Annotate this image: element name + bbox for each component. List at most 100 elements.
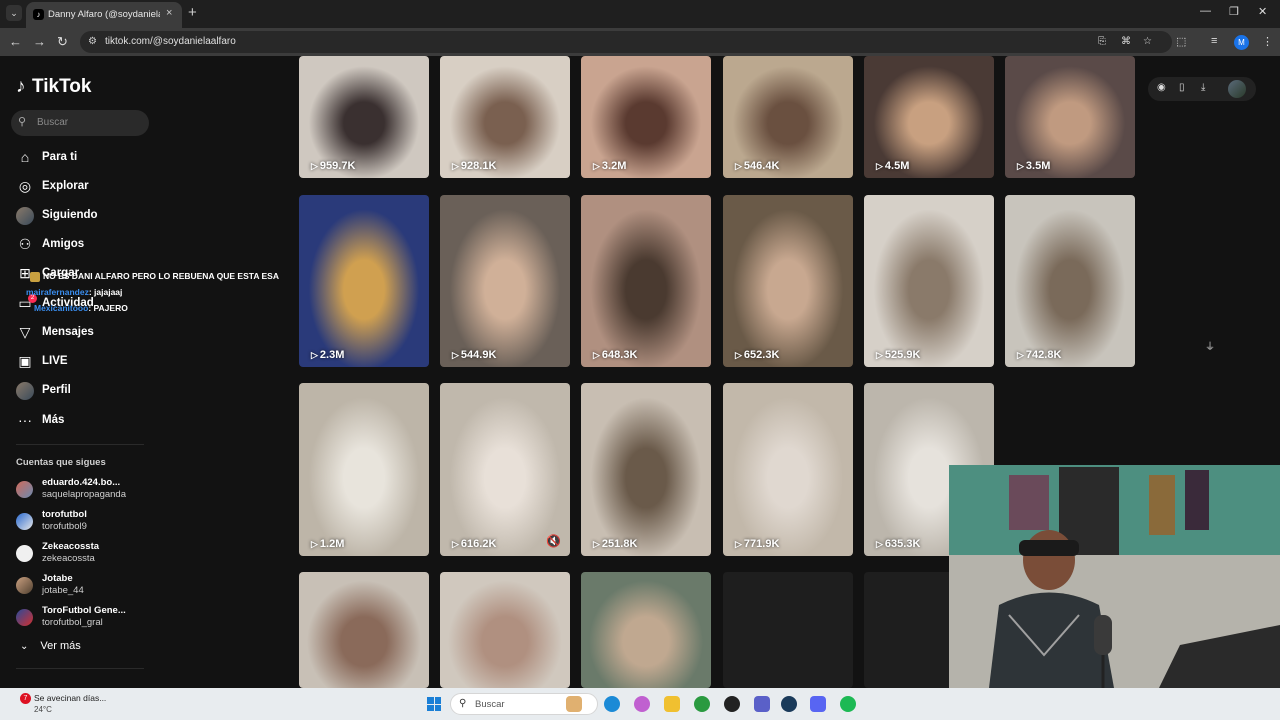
forward-arrow-icon[interactable]: → <box>33 34 46 49</box>
tiktok-favicon-icon: ♪ <box>33 9 44 20</box>
nav-item-explorar[interactable]: ◎ Explorar <box>16 177 186 199</box>
scroll-tool-icon[interactable]: ⏚ <box>1205 338 1215 353</box>
nav-item-perfil[interactable]: Perfil <box>16 381 186 403</box>
reading-list-icon[interactable]: ≡ <box>1211 35 1217 47</box>
search-placeholder: Buscar <box>37 117 69 128</box>
view-count: ▷ 652.3K <box>735 349 779 361</box>
video-tile[interactable]: ▷ 3.5M <box>1005 56 1135 178</box>
nav-item-mensajes[interactable]: ▽ Mensajes <box>16 323 186 345</box>
compass-icon[interactable]: ◉ <box>1157 82 1166 93</box>
live-icon: ▣ <box>18 353 32 369</box>
address-bar[interactable]: ⚙ tiktok.com/@soydanielaalfaro ⎘ ⌘ ☆ <box>80 31 1172 53</box>
following-account[interactable]: Jotabe jotabe_44 <box>16 573 166 601</box>
back-arrow-icon[interactable]: ← <box>9 34 22 49</box>
view-count-value: 742.8K <box>1025 349 1062 361</box>
account-name: Jotabe <box>42 573 73 584</box>
avatar <box>16 545 33 562</box>
video-tile[interactable] <box>299 572 429 688</box>
nav-item-live[interactable]: ▣ LIVE <box>16 352 186 374</box>
following-account[interactable]: torofutbol torofutbol9 <box>16 509 166 537</box>
video-tile[interactable] <box>581 572 711 688</box>
restore-icon[interactable]: ❐ <box>1229 5 1239 18</box>
video-tile[interactable]: ▷ 2.3M <box>299 195 429 367</box>
play-icon: ▷ <box>735 539 742 549</box>
video-tile[interactable]: ▷ 3.2M <box>581 56 711 178</box>
file-explorer-icon[interactable] <box>664 696 680 712</box>
search-highlight-icon[interactable] <box>566 696 582 712</box>
browser-profile-avatar[interactable]: M <box>1234 35 1249 50</box>
nav-item-mas[interactable]: ··· Más <box>16 411 186 433</box>
weather-widget-text[interactable]: Se avecinan días... <box>34 693 106 703</box>
tiktok-logo[interactable]: ♪ TikTok <box>16 76 91 98</box>
see-more-button[interactable]: ⌄ Ver más <box>20 640 81 652</box>
new-tab-button[interactable]: + <box>188 4 197 21</box>
discord-icon[interactable] <box>810 696 826 712</box>
account-username: saquelapropaganda <box>42 489 126 500</box>
logo-text: TikTok <box>32 76 92 97</box>
weather-temp: 24°C <box>34 705 52 714</box>
download-icon[interactable]: ⤓ <box>1201 82 1205 93</box>
chrome-icon[interactable] <box>694 696 710 712</box>
video-tile[interactable]: ▷ 1.2M <box>299 383 429 556</box>
extensions-icon[interactable]: ⬚ <box>1176 35 1186 48</box>
phone-icon[interactable]: ▯ <box>1179 82 1185 93</box>
reload-icon[interactable]: ↻ <box>57 34 68 50</box>
minimize-icon[interactable]: — <box>1200 5 1211 17</box>
nav-item-amigos[interactable]: ⚇ Amigos <box>16 235 186 257</box>
account-username: zekeacossta <box>42 553 95 564</box>
video-tile[interactable]: ▷ 616.2K <box>440 383 570 556</box>
user-avatar[interactable] <box>1228 80 1246 98</box>
video-tile[interactable]: ▷ 546.4K <box>723 56 853 178</box>
obs-icon[interactable] <box>724 696 740 712</box>
view-count: ▷ 959.7K <box>311 160 355 172</box>
nav-label: Para ti <box>42 151 78 163</box>
nav-item-para-ti[interactable]: ⌂ Para ti <box>16 148 186 170</box>
video-tile[interactable]: ▷ 4.5M <box>864 56 994 178</box>
nav-label: Perfil <box>42 384 71 396</box>
copilot-icon[interactable] <box>634 696 650 712</box>
account-name: Zekeacossta <box>42 541 100 552</box>
nav-item-siguiendo[interactable]: Siguiendo <box>16 206 186 228</box>
stream-chat-line: mairafernandez: jajajaaj <box>26 287 122 297</box>
video-tile[interactable]: ▷ 928.1K <box>440 56 570 178</box>
site-info-icon[interactable]: ⚙ <box>88 36 97 47</box>
browser-tab-active[interactable]: ♪ Danny Alfaro (@soydanielaalfar × <box>26 2 182 28</box>
teams-icon[interactable] <box>754 696 770 712</box>
steam-icon[interactable] <box>781 696 797 712</box>
weather-alert-icon[interactable]: 7 <box>20 693 31 704</box>
video-tile[interactable]: ▷ 648.3K <box>581 195 711 367</box>
video-tile[interactable]: ▷ 251.8K <box>581 383 711 556</box>
chevron-down-icon: ⌄ <box>20 641 29 652</box>
bookmark-star-icon[interactable]: ☆ <box>1143 36 1152 47</box>
spotify-icon[interactable] <box>840 696 856 712</box>
tab-close-button[interactable]: × <box>166 7 172 19</box>
edge-icon[interactable] <box>604 696 620 712</box>
profile-avatar-icon <box>16 382 34 400</box>
mute-icon[interactable]: 🔇 <box>546 534 561 548</box>
window-close-icon[interactable]: ✕ <box>1258 5 1267 18</box>
following-account[interactable]: ToroFutbol Gene... torofutbol_gral <box>16 605 166 633</box>
view-count-value: 959.7K <box>319 160 356 172</box>
following-account[interactable]: eduardo.424.bo... saquelapropaganda <box>16 477 166 505</box>
video-tile[interactable]: ▷ 959.7K <box>299 56 429 178</box>
install-app-icon[interactable]: ⎘ <box>1098 36 1106 47</box>
translate-icon[interactable]: ⌘ <box>1121 36 1131 47</box>
tab-search-button[interactable]: ⌄ <box>6 5 22 21</box>
video-tile[interactable]: ▷ 771.9K <box>723 383 853 556</box>
chat-user: mairafernandez <box>26 287 89 297</box>
following-account[interactable]: Zekeacossta zekeacossta <box>16 541 166 569</box>
view-count: ▷ 3.2M <box>593 160 626 172</box>
video-tile[interactable]: ▷ 525.9K <box>864 195 994 367</box>
view-count-value: 928.1K <box>460 160 497 172</box>
play-icon: ▷ <box>311 161 318 171</box>
video-tile-loading[interactable] <box>723 572 853 688</box>
search-input[interactable]: ⚲ Buscar <box>11 110 149 136</box>
video-tile[interactable]: ▷ 652.3K <box>723 195 853 367</box>
windows-start-icon[interactable] <box>427 697 441 711</box>
nav-label: Amigos <box>42 238 85 250</box>
video-tile[interactable]: ▷ 544.9K <box>440 195 570 367</box>
video-tile[interactable] <box>440 572 570 688</box>
play-icon: ▷ <box>876 161 883 171</box>
browser-menu-icon[interactable]: ⋮ <box>1262 35 1273 48</box>
video-tile[interactable]: ▷ 742.8K <box>1005 195 1135 367</box>
